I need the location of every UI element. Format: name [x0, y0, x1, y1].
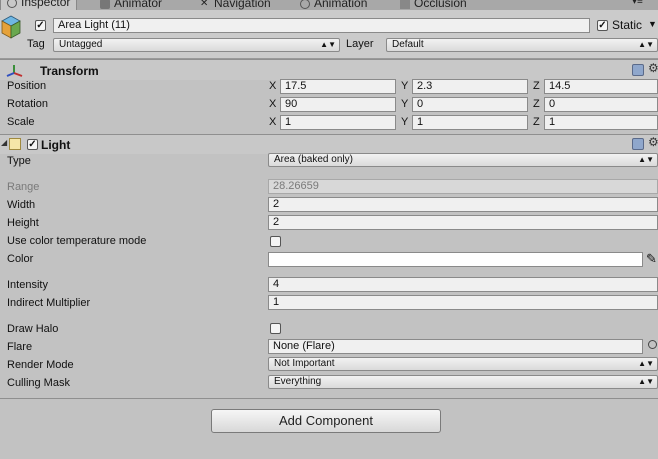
chevron-down-icon: ▲▼: [638, 155, 654, 164]
axis-y-label: Y: [401, 98, 409, 110]
navigation-icon: ✕: [200, 0, 209, 9]
flare-field[interactable]: None (Flare): [268, 339, 643, 354]
color-swatch-field[interactable]: [268, 252, 643, 267]
culling-mask-dropdown[interactable]: Everything ▲▼: [268, 375, 658, 389]
tag-label: Tag: [27, 38, 45, 50]
tag-dropdown[interactable]: Untagged ▲▼: [53, 38, 340, 52]
object-picker-icon[interactable]: [648, 340, 657, 349]
active-checkbox[interactable]: ✓: [35, 20, 46, 31]
scale-y-field[interactable]: 1: [412, 115, 528, 130]
render-mode-dropdown[interactable]: Not Important ▲▼: [268, 357, 658, 371]
rotation-y-field[interactable]: 0: [412, 97, 528, 112]
indirect-multiplier-field[interactable]: 1: [268, 295, 658, 310]
color-temperature-label: Use color temperature mode: [7, 235, 147, 247]
position-x-field[interactable]: 17.5: [280, 79, 396, 94]
static-checkbox[interactable]: ✓: [597, 20, 608, 31]
foldout-arrow-icon[interactable]: ◢: [1, 138, 7, 147]
gameobject-cube-icon: [1, 15, 21, 39]
height-label: Height: [7, 217, 39, 229]
animation-icon: [300, 0, 310, 9]
eyedropper-icon[interactable]: ✎: [646, 251, 657, 267]
object-header: ✓ Area Light (11) ✓ Static ▼ Tag Untagge…: [0, 10, 658, 59]
tab-navigation[interactable]: ✕ Navigation: [200, 0, 271, 10]
layer-dropdown[interactable]: Default ▲▼: [386, 38, 658, 52]
culling-mask-label: Culling Mask: [7, 377, 70, 389]
light-title: Light: [41, 138, 71, 152]
position-z-field[interactable]: 14.5: [544, 79, 658, 94]
chevron-down-icon: ▲▼: [638, 40, 654, 49]
draw-halo-checkbox[interactable]: [270, 323, 281, 334]
section-divider: [0, 398, 658, 399]
gear-icon[interactable]: ⚙: [648, 61, 658, 75]
tab-animation[interactable]: Animation: [300, 0, 367, 10]
color-label: Color: [7, 253, 34, 265]
type-label: Type: [7, 155, 31, 167]
gear-icon[interactable]: ⚙: [648, 135, 658, 149]
layer-label: Layer: [346, 38, 374, 50]
axis-z-label: Z: [533, 98, 540, 110]
axis-y-label: Y: [401, 116, 409, 128]
position-label: Position: [7, 80, 47, 92]
intensity-field[interactable]: 4: [268, 277, 658, 292]
range-field: 28.26659: [268, 179, 658, 194]
type-dropdown[interactable]: Area (baked only) ▲▼: [268, 153, 658, 167]
lock-menu-icon: ▾≡: [632, 0, 643, 7]
rotation-x-field[interactable]: 90: [280, 97, 396, 112]
animator-icon: [100, 0, 110, 9]
occlusion-icon: [400, 0, 410, 9]
help-book-icon[interactable]: [632, 64, 644, 76]
scale-label: Scale: [7, 116, 35, 128]
transform-header[interactable]: Transform ⚙: [0, 59, 658, 80]
rotation-label: Rotation: [7, 98, 48, 110]
transform-axes-icon: [6, 65, 23, 77]
tab-inspector[interactable]: Inspector: [0, 0, 78, 10]
chevron-down-icon: ▲▼: [320, 40, 336, 49]
height-field[interactable]: 2: [268, 215, 658, 230]
indirect-multiplier-label: Indirect Multiplier: [7, 297, 91, 309]
light-enabled-checkbox[interactable]: ✓: [27, 139, 38, 150]
rotation-z-field[interactable]: 0: [544, 97, 658, 112]
intensity-label: Intensity: [7, 279, 48, 291]
width-label: Width: [7, 199, 36, 211]
position-y-field[interactable]: 2.3: [412, 79, 528, 94]
axis-x-label: X: [269, 98, 277, 110]
chevron-down-icon: ▲▼: [638, 359, 654, 368]
tab-occlusion[interactable]: Occlusion: [400, 0, 467, 10]
object-name-field[interactable]: Area Light (11): [53, 18, 590, 33]
chevron-down-icon: ▲▼: [638, 377, 654, 386]
light-header[interactable]: ◢ ✓ Light ⚙: [0, 134, 658, 154]
scale-z-field[interactable]: 1: [544, 115, 658, 130]
static-dropdown-arrow-icon[interactable]: ▼: [648, 19, 657, 29]
render-mode-label: Render Mode: [7, 359, 74, 371]
axis-z-label: Z: [533, 116, 540, 128]
color-temperature-checkbox[interactable]: [270, 236, 281, 247]
axis-x-label: X: [269, 80, 277, 92]
tab-animator[interactable]: Animator: [100, 0, 162, 10]
width-field[interactable]: 2: [268, 197, 658, 212]
add-component-button[interactable]: Add Component: [211, 409, 441, 433]
static-label: Static: [612, 18, 643, 32]
transform-title: Transform: [40, 64, 99, 78]
help-book-icon[interactable]: [632, 138, 644, 150]
info-icon: [7, 0, 17, 8]
scale-x-field[interactable]: 1: [280, 115, 396, 130]
flare-label: Flare: [7, 341, 33, 353]
light-bulb-icon: [9, 138, 21, 150]
tab-bar: Inspector Animator ✕ Navigation Animation…: [0, 0, 658, 10]
axis-z-label: Z: [533, 80, 540, 92]
draw-halo-label: Draw Halo: [7, 323, 59, 335]
axis-x-label: X: [269, 116, 277, 128]
range-label: Range: [7, 181, 40, 193]
axis-y-label: Y: [401, 80, 409, 92]
tab-menu-button[interactable]: ▾≡: [632, 0, 643, 10]
